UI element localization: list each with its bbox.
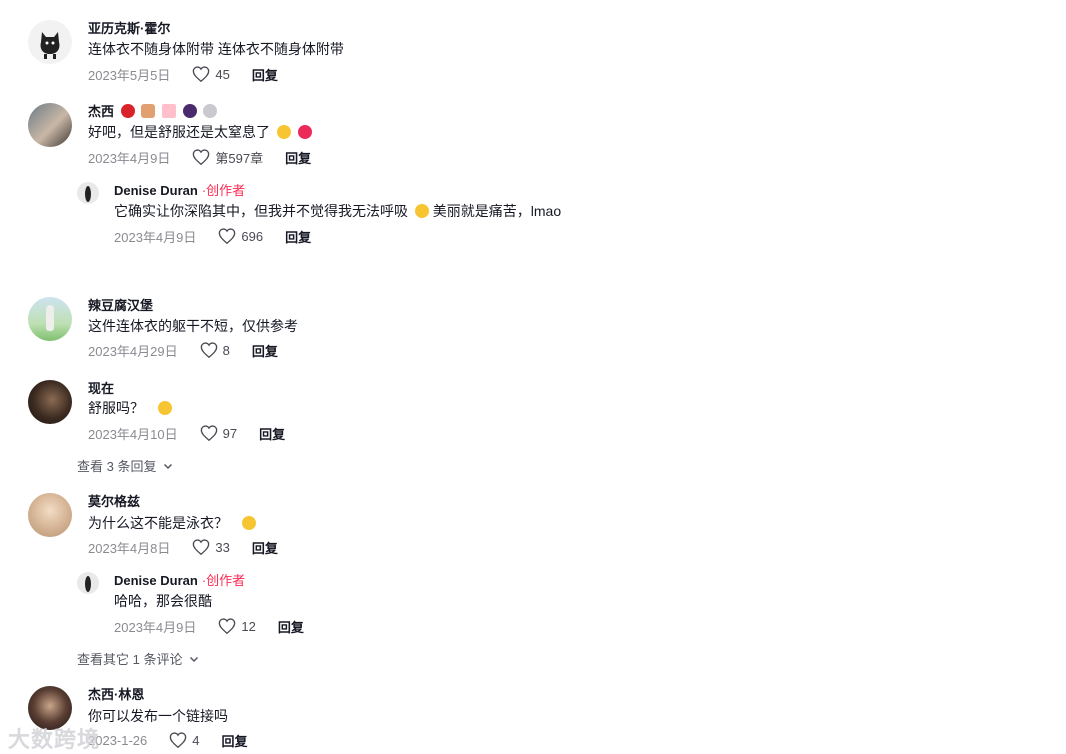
comment-date: 2023年4月10日 xyxy=(88,426,178,442)
heart-icon xyxy=(193,539,210,555)
like-button[interactable]: 12 xyxy=(218,618,256,634)
view-replies-button[interactable]: 查看其它 1 条评论 xyxy=(77,649,200,668)
bomb-icon xyxy=(203,104,218,118)
like-button[interactable]: 第597章 xyxy=(192,148,263,167)
reply-meta: 2023年4月9日 12 回复 xyxy=(114,617,304,635)
cherry-icon xyxy=(120,104,135,118)
like-button[interactable]: 8 xyxy=(200,342,230,358)
comment-meta: 2023-1-26 4 回复 xyxy=(88,731,248,749)
like-button[interactable]: 33 xyxy=(192,539,230,555)
heart-icon xyxy=(219,618,236,634)
comment-author[interactable]: 杰西 xyxy=(88,104,218,120)
reply-author[interactable]: Denise Duran ·创作者 xyxy=(114,573,245,589)
chevron-down-icon xyxy=(190,656,199,662)
comment-date: 2023年4月9日 xyxy=(88,150,171,166)
avatar[interactable] xyxy=(28,103,72,147)
reply-button[interactable]: 回复 xyxy=(285,148,311,167)
flushed-face-icon xyxy=(241,516,256,530)
heart-eyes-emoji-icon xyxy=(157,401,172,415)
comment-meta: 2023年4月29日 8 回复 xyxy=(88,341,278,359)
comment-date: 2023年4月9日 xyxy=(114,229,197,245)
like-count: 45 xyxy=(215,66,230,82)
comment-text: 你可以发布一个链接吗 xyxy=(88,708,228,724)
like-button[interactable]: 45 xyxy=(192,66,230,82)
comment-date: 2023年4月9日 xyxy=(114,619,197,635)
avatar[interactable] xyxy=(28,380,72,424)
love-letter-icon xyxy=(161,104,176,118)
comment-meta: 2023年4月9日 第597章 回复 xyxy=(88,148,311,166)
creator-badge: ·创作者 xyxy=(201,183,246,198)
heart-icon xyxy=(219,228,236,244)
creator-badge: ·创作者 xyxy=(201,573,246,588)
like-button[interactable]: 696 xyxy=(218,228,263,244)
comment-meta: 2023年5月5日 45 回复 xyxy=(88,65,278,83)
circle-badge-icon xyxy=(182,104,197,118)
reply-text: 它确实让你深陷其中，但我并不觉得我无法呼吸 美丽就是痛苦，lmao xyxy=(114,203,562,219)
view-replies-button[interactable]: 查看 3 条回复 xyxy=(77,456,174,475)
avatar[interactable] xyxy=(28,493,72,537)
comment-text: 这件连体衣的躯干不短，仅供参考 xyxy=(88,318,298,334)
heart-icon xyxy=(169,732,187,748)
reply-button[interactable]: 回复 xyxy=(278,617,304,636)
avatar[interactable] xyxy=(77,572,99,594)
comment-date: 2023年5月5日 xyxy=(88,67,171,83)
like-count: 4 xyxy=(192,732,200,748)
comment-text: 舒服吗？ xyxy=(88,399,172,417)
comment-author[interactable]: 亚历克斯·霍尔 xyxy=(88,21,170,37)
reply-button[interactable]: 回复 xyxy=(222,731,248,750)
like-count: 97 xyxy=(222,425,238,441)
avatar[interactable] xyxy=(28,297,72,341)
watermark: 大数跨境 xyxy=(8,727,101,752)
heart-hands-icon xyxy=(141,104,156,118)
comment-text: 连体衣不随身体附带 连体衣不随身体附带 xyxy=(88,41,344,57)
reply-author[interactable]: Denise Duran ·创作者 xyxy=(114,183,245,199)
like-count: 8 xyxy=(222,342,230,358)
like-count: 12 xyxy=(241,618,256,634)
comment-text: 好吧，但是舒服还是太窒息了 xyxy=(88,123,312,141)
reply-text: 哈哈，那会很酷 xyxy=(114,593,212,609)
comment-date: 2023年4月8日 xyxy=(88,540,171,556)
like-count: 第597章 xyxy=(215,150,264,166)
avatar[interactable] xyxy=(28,20,72,64)
comment-author[interactable]: 杰西·林恩 xyxy=(88,687,144,703)
like-count: 696 xyxy=(241,228,264,244)
like-count: 33 xyxy=(215,539,230,555)
reply-button[interactable]: 回复 xyxy=(252,341,278,360)
heart-icon xyxy=(193,149,210,165)
reply-button[interactable]: 回复 xyxy=(285,227,311,246)
heart-icon xyxy=(200,342,217,358)
heart-icon xyxy=(193,66,210,82)
rofl-emoji-icon xyxy=(414,204,429,218)
comment-author[interactable]: 莫尔格兹 xyxy=(88,494,140,510)
heart-icon xyxy=(200,425,217,441)
like-button[interactable]: 4 xyxy=(169,732,200,748)
heart-icon-red xyxy=(297,125,312,139)
comment-text: 为什么这不能是泳衣？ xyxy=(88,514,256,532)
comment-meta: 2023年4月10日 97 回复 xyxy=(88,424,285,442)
reply-button[interactable]: 回复 xyxy=(252,538,278,557)
reply-button[interactable]: 回复 xyxy=(259,424,285,443)
like-button[interactable]: 97 xyxy=(200,425,237,441)
chevron-down-icon xyxy=(164,463,173,469)
crying-face-icon xyxy=(276,125,291,139)
reply-meta: 2023年4月9日 696 回复 xyxy=(114,227,311,245)
comment-meta: 2023年4月8日 33 回复 xyxy=(88,538,278,556)
avatar[interactable] xyxy=(77,182,99,204)
comment-author[interactable]: 辣豆腐汉堡 xyxy=(88,298,153,314)
reply-button[interactable]: 回复 xyxy=(252,65,278,84)
comment-date: 2023年4月29日 xyxy=(88,343,178,359)
comment-author[interactable]: 现在 xyxy=(88,381,114,397)
